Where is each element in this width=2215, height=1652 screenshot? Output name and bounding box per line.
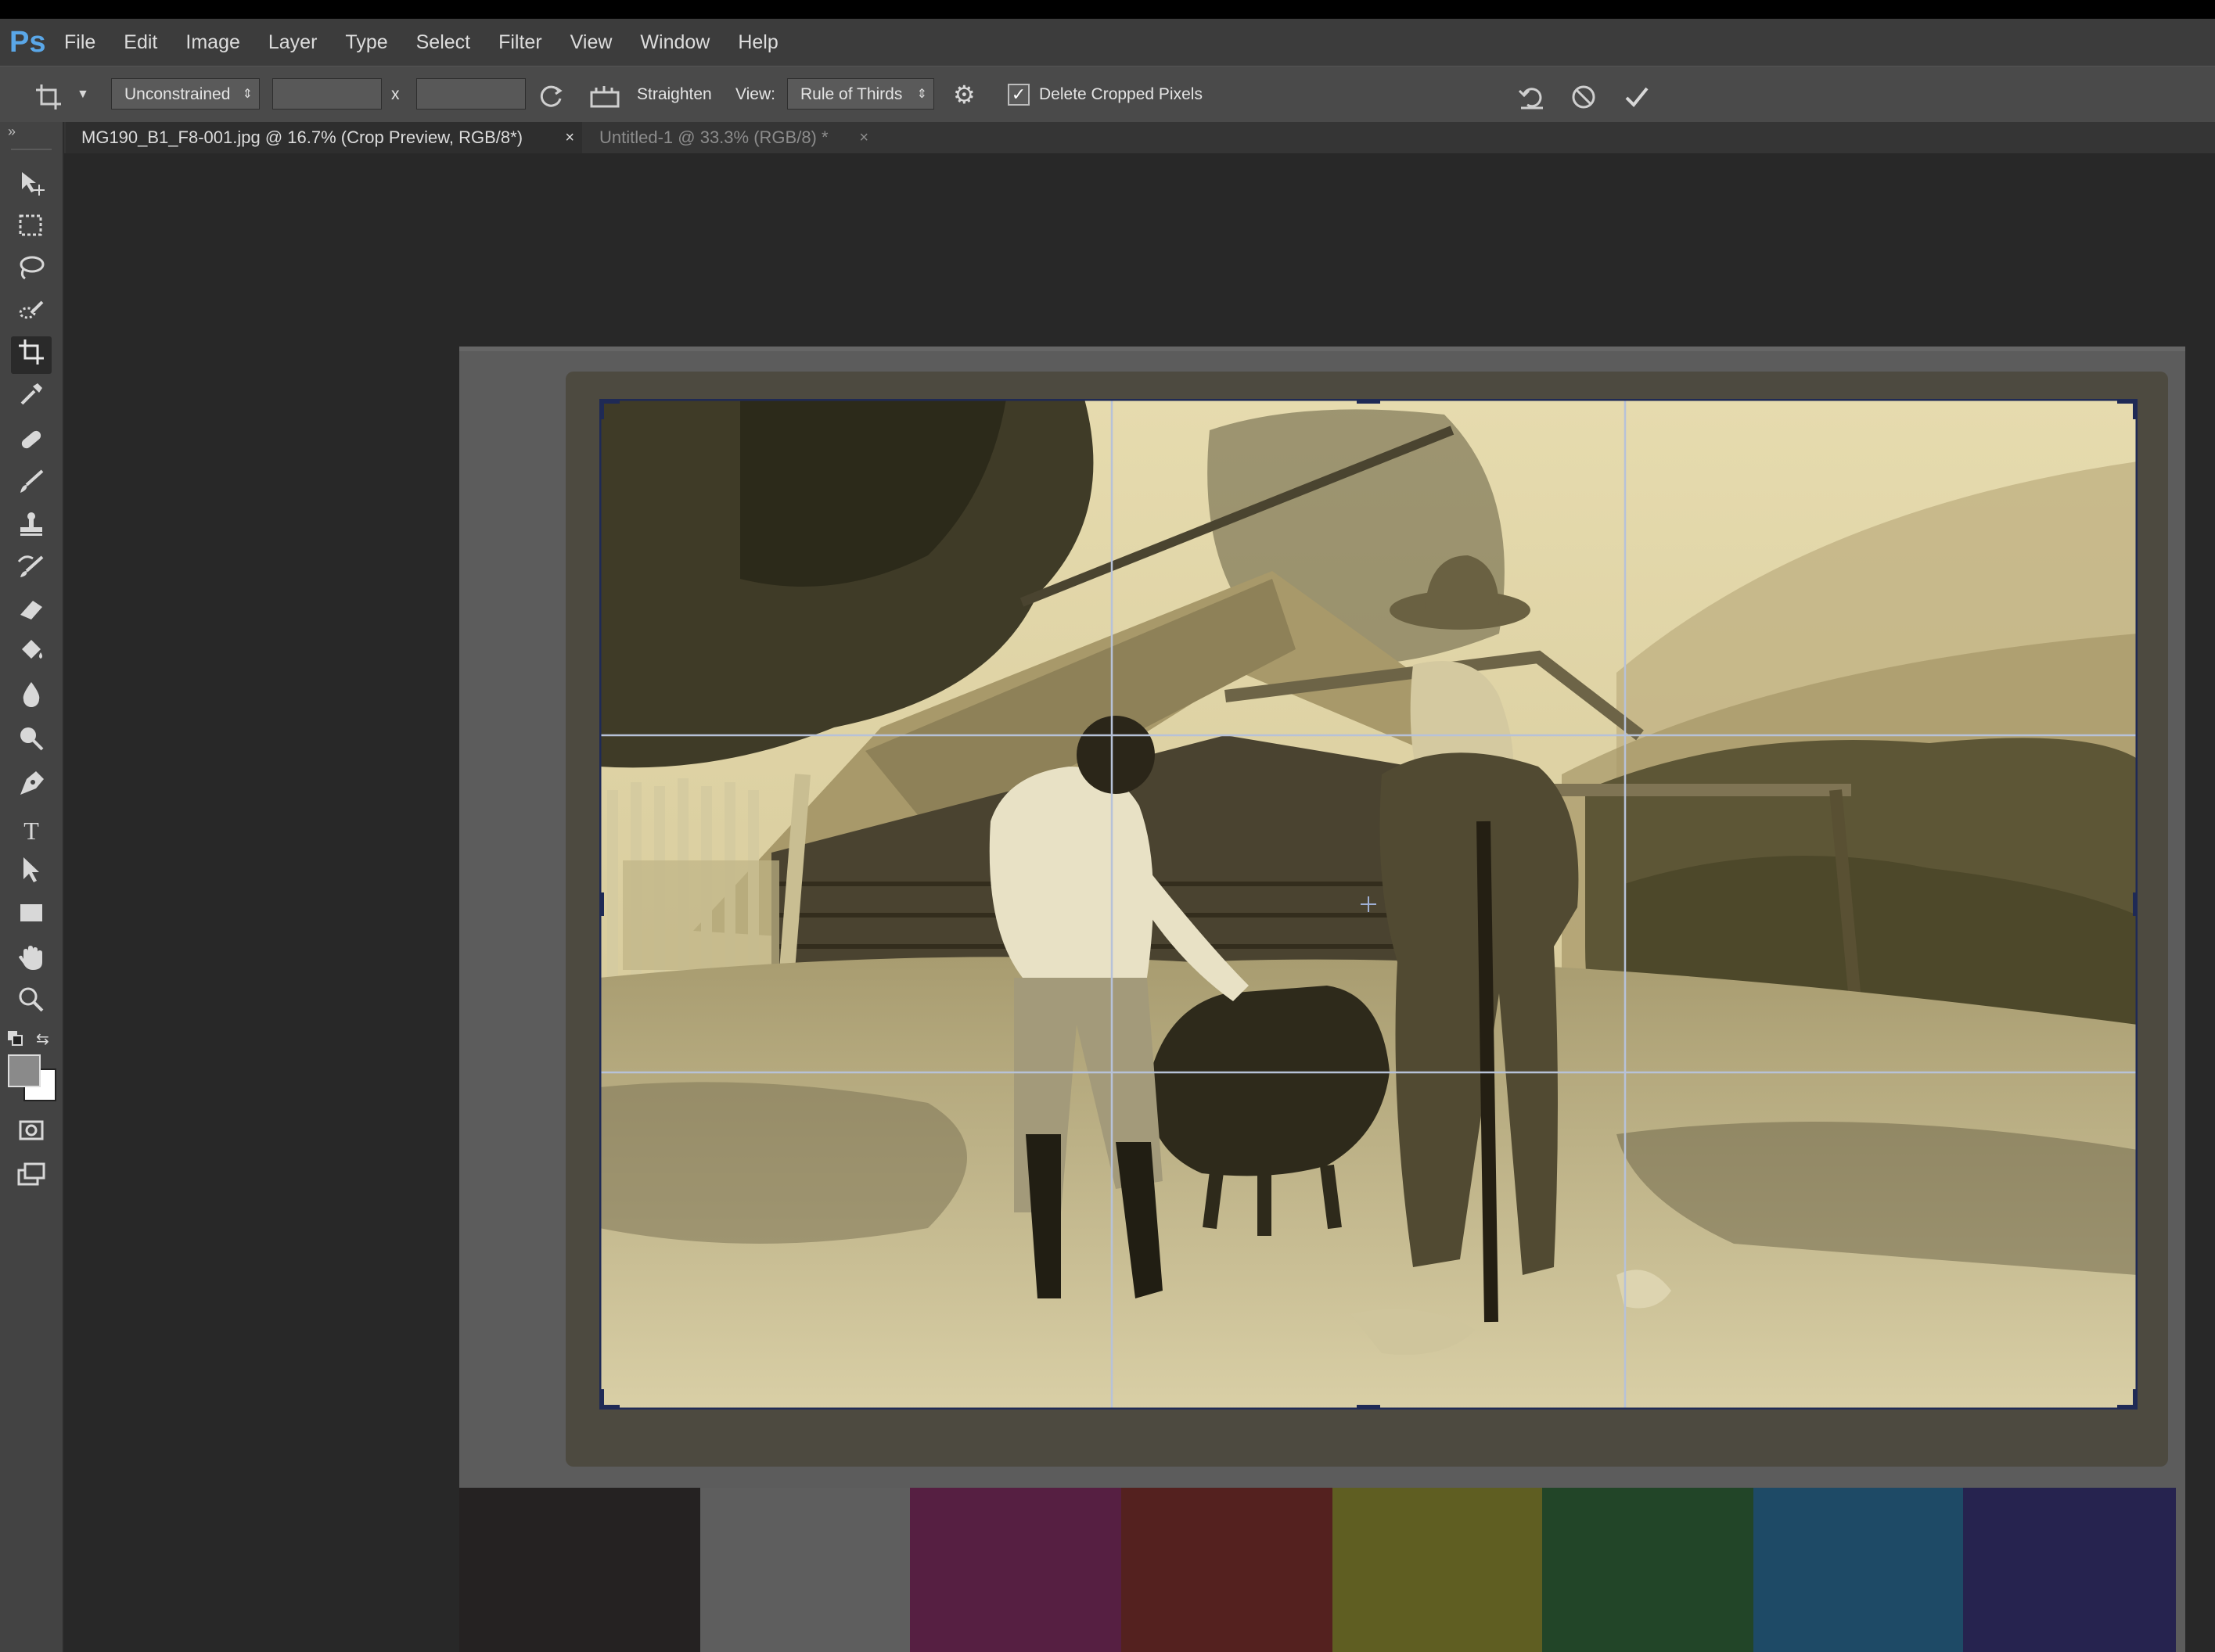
reset-icon[interactable] <box>1516 66 1548 123</box>
foreground-color-swatch[interactable] <box>8 1054 41 1087</box>
dodge-tool-icon[interactable] <box>11 723 52 760</box>
clone-stamp-tool-icon[interactable] <box>11 508 52 546</box>
crop-icon[interactable] <box>34 66 63 123</box>
eyedropper-tool-icon[interactable] <box>11 379 52 416</box>
menu-layer[interactable]: Layer <box>254 19 332 66</box>
panel-collapse-icon[interactable]: » <box>8 124 16 140</box>
move-tool-icon[interactable] <box>11 167 52 205</box>
panel-grip <box>11 149 52 150</box>
color-target-swatch <box>1121 1488 1332 1652</box>
blur-tool-icon[interactable] <box>11 679 52 716</box>
crop-width-input[interactable] <box>272 78 382 110</box>
delete-cropped-label[interactable]: Delete Cropped Pixels <box>1039 66 1203 123</box>
color-target-swatch <box>459 1488 700 1652</box>
menu-image[interactable]: Image <box>171 19 254 66</box>
menu-bar: Ps File Edit Image Layer Type Select Fil… <box>0 19 2215 66</box>
pen-tool-icon[interactable] <box>11 768 52 806</box>
times-symbol: x <box>391 85 400 103</box>
path-selection-tool-icon[interactable] <box>11 854 52 892</box>
menu-select[interactable]: Select <box>402 19 484 66</box>
scan-backdrop-edge <box>459 347 2185 351</box>
menu-file[interactable]: File <box>50 19 110 66</box>
tools-panel: » T ⇆ <box>0 122 64 1652</box>
zoom-tool-icon[interactable] <box>11 984 52 1022</box>
quick-selection-tool-icon[interactable] <box>11 294 52 332</box>
quick-mask-icon[interactable] <box>11 1114 52 1151</box>
crop-height-input[interactable] <box>416 78 526 110</box>
rectangle-tool-icon[interactable] <box>11 896 52 934</box>
swap-colors-icon[interactable]: ⇆ <box>36 1029 55 1048</box>
menu-help[interactable]: Help <box>724 19 792 66</box>
document-photo <box>599 399 2138 1410</box>
photoshop-logo-icon: Ps <box>9 26 46 59</box>
screen-mode-icon[interactable] <box>11 1159 52 1197</box>
menu-view[interactable]: View <box>556 19 627 66</box>
color-target-swatch <box>910 1488 1121 1652</box>
options-bar: ▼ Unconstrained ⇕ x Straighten View: Rule… <box>0 66 2215 124</box>
color-target-swatch <box>1542 1488 1753 1652</box>
window-top-strip <box>0 0 2215 19</box>
color-target-swatch <box>1332 1488 1542 1652</box>
default-colors-icon[interactable] <box>6 1029 23 1047</box>
healing-brush-tool-icon[interactable] <box>11 424 52 461</box>
gear-icon[interactable]: ⚙ <box>953 66 976 123</box>
straighten-label[interactable]: Straighten <box>637 66 712 123</box>
menu-type[interactable]: Type <box>331 19 401 66</box>
ratio-select[interactable]: Unconstrained ⇕ <box>111 78 260 110</box>
commit-crop-icon[interactable] <box>1623 66 1651 123</box>
color-target-swatch <box>1753 1488 1963 1652</box>
history-brush-tool-icon[interactable] <box>11 551 52 588</box>
tool-preset-chevron-icon[interactable]: ▼ <box>77 66 89 123</box>
close-tab-icon[interactable]: × <box>859 122 868 153</box>
brush-tool-icon[interactable] <box>11 466 52 504</box>
cancel-crop-icon[interactable] <box>1570 66 1598 123</box>
clear-rotate-icon[interactable] <box>537 66 565 123</box>
marquee-tool-icon[interactable] <box>11 210 52 247</box>
view-label: View: <box>735 85 775 103</box>
delete-cropped-checkbox[interactable]: ✓ <box>1008 84 1030 106</box>
type-tool-icon[interactable]: T <box>11 812 52 849</box>
close-tab-icon[interactable]: × <box>565 122 574 153</box>
view-overlay-select[interactable]: Rule of Thirds ⇕ <box>787 78 934 110</box>
menu-filter[interactable]: Filter <box>484 19 556 66</box>
document-tab-bar: MG190_B1_F8-001.jpg @ 16.7% (Crop Previe… <box>63 122 2215 153</box>
eraser-tool-icon[interactable] <box>11 593 52 630</box>
color-target-swatch <box>1963 1488 2176 1652</box>
straighten-icon[interactable] <box>588 66 621 123</box>
lasso-tool-icon[interactable] <box>11 252 52 289</box>
crop-tool-icon[interactable] <box>11 336 52 374</box>
hand-tool-icon[interactable] <box>11 942 52 979</box>
tab-document-untitled[interactable]: Untitled-1 @ 33.3% (RGB/8) * × <box>584 122 876 153</box>
menu-window[interactable]: Window <box>626 19 724 66</box>
tab-document-active[interactable]: MG190_B1_F8-001.jpg @ 16.7% (Crop Previe… <box>66 122 582 153</box>
color-target-swatch <box>700 1488 910 1652</box>
menu-edit[interactable]: Edit <box>110 19 171 66</box>
paint-bucket-tool-icon[interactable] <box>11 635 52 673</box>
